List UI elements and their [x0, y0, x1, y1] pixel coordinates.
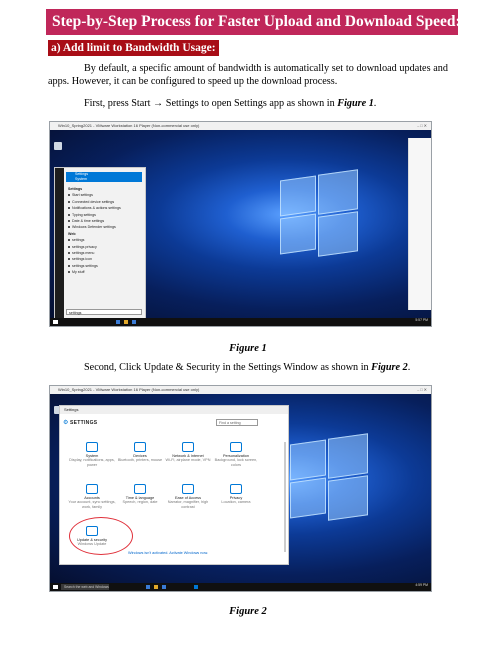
gear-icon: ⚙	[63, 420, 69, 426]
step2-end: .	[407, 362, 411, 373]
start-menu[interactable]: Settings System Settings Start settings Co…	[54, 167, 146, 319]
tile-description: Narrator, magnifier, high contrast	[167, 500, 209, 509]
window-controls-icon: – □ ✕	[417, 123, 427, 128]
settings-category-icon	[182, 484, 194, 494]
settings-category-icon	[86, 442, 98, 452]
task-view-icon[interactable]	[146, 585, 150, 589]
settings-heading: SETTINGS	[70, 420, 98, 426]
page-title: Step-by-Step Process for Faster Upload a…	[46, 9, 461, 35]
settings-tile-network-internet[interactable]: Network & Internet Wi-Fi, airplane mode, …	[164, 442, 212, 463]
section-heading: a) Add limit to Bandwidth Usage:	[48, 40, 219, 56]
figure2-ref: Figure 2	[371, 362, 408, 373]
start-menu-results: Settings Start settings Connected device s…	[68, 186, 142, 275]
step2-text: Second, Click Update & Security in the S…	[84, 362, 372, 373]
file-explorer-icon[interactable]	[124, 320, 128, 324]
intro-paragraph: By default, a specific amount of bandwid…	[48, 63, 448, 87]
settings-tile-devices[interactable]: Devices Bluetooth, printers, mouse	[116, 442, 164, 463]
taskbar: Search the web and Windows 4:59 PM	[50, 583, 431, 591]
highlight-circle	[69, 517, 133, 555]
step1-paragraph: First, press Start → Settings to open Se…	[48, 97, 448, 110]
tile-description: Your account, sync settings, work, famil…	[68, 500, 116, 509]
taskbar-search-box[interactable]: Search the web and Windows	[61, 584, 109, 590]
settings-category-icon	[134, 442, 146, 452]
settings-category-icon	[134, 484, 146, 494]
best-match-sub: System	[75, 177, 87, 181]
settings-scrollbar[interactable]	[284, 442, 286, 552]
settings-category-icon	[230, 484, 242, 494]
best-match-item[interactable]: Settings System	[66, 172, 142, 182]
settings-category-icon	[182, 442, 194, 452]
figure1-ref: Figure 1	[337, 98, 374, 109]
tile-description: Location, camera	[221, 500, 251, 505]
taskbar: 5:57 PM	[50, 318, 431, 326]
settings-tile-personalization[interactable]: Personalization Background, lock screen, …	[212, 442, 260, 467]
start-menu-sidebar	[55, 168, 64, 318]
edge-icon[interactable]	[162, 585, 166, 589]
step2-paragraph: Second, Click Update & Security in the S…	[48, 361, 448, 374]
figure2-screenshot: Win10_Spring2021 - VMware Workstation 16…	[49, 385, 432, 592]
activate-windows-link[interactable]: Windows isn't activated. Activate Window…	[128, 551, 208, 555]
settings-category-icon	[86, 484, 98, 494]
start-button-icon[interactable]	[53, 320, 58, 324]
find-setting-input[interactable]: Find a setting	[216, 419, 258, 426]
settings-tile-privacy[interactable]: Privacy Location, camera	[212, 484, 260, 505]
start-search-input[interactable]: settings	[66, 309, 142, 315]
recycle-bin-icon	[54, 142, 62, 150]
step1-text: First, press Start → Settings to open Se…	[84, 98, 338, 109]
file-explorer-icon[interactable]	[154, 585, 158, 589]
settings-taskbar-icon[interactable]	[194, 585, 198, 589]
settings-tile-accounts[interactable]: Accounts Your account, sync settings, wor…	[68, 484, 116, 509]
settings-category-icon	[230, 442, 242, 452]
settings-tile-ease-of-access[interactable]: Ease of Access Narrator, magnifier, high …	[164, 484, 212, 509]
vm-titlebar: Win10_Spring2021 - VMware Workstation 16…	[50, 122, 431, 130]
edge-icon[interactable]	[132, 320, 136, 324]
settings-tile-system[interactable]: System Display, notifications, apps, powe…	[68, 442, 116, 467]
start-button-icon[interactable]	[53, 585, 58, 589]
tile-description: Wi-Fi, airplane mode, VPN	[165, 458, 211, 463]
taskbar-clock: 4:59 PM	[415, 583, 428, 587]
tile-description: Speech, region, date	[122, 500, 158, 505]
tile-description: Background, lock screen, colors	[214, 458, 258, 467]
figure1-caption: Figure 1	[229, 343, 267, 354]
side-document-strip	[408, 138, 431, 310]
settings-window[interactable]: Settings ⚙ SETTINGS Find a setting Syste…	[59, 405, 289, 565]
step1-end: .	[373, 98, 377, 109]
figure2-caption: Figure 2	[229, 606, 267, 617]
figure1-screenshot: Win10_Spring2021 - VMware Workstation 16…	[49, 121, 432, 327]
taskbar-clock: 5:57 PM	[415, 318, 428, 322]
task-view-icon[interactable]	[116, 320, 120, 324]
window-controls-icon: – □ ✕	[417, 387, 427, 392]
start-menu-result[interactable]: My stuff	[68, 269, 142, 275]
tile-description: Bluetooth, printers, mouse	[117, 458, 163, 463]
settings-titlebar: Settings	[60, 406, 288, 414]
settings-tile-time-language[interactable]: Time & language Speech, region, date	[116, 484, 164, 505]
vm-titlebar: Win10_Spring2021 - VMware Workstation 16…	[50, 386, 431, 394]
best-match-label: Settings	[75, 172, 88, 176]
tile-description: Display, notifications, apps, power	[69, 458, 115, 467]
